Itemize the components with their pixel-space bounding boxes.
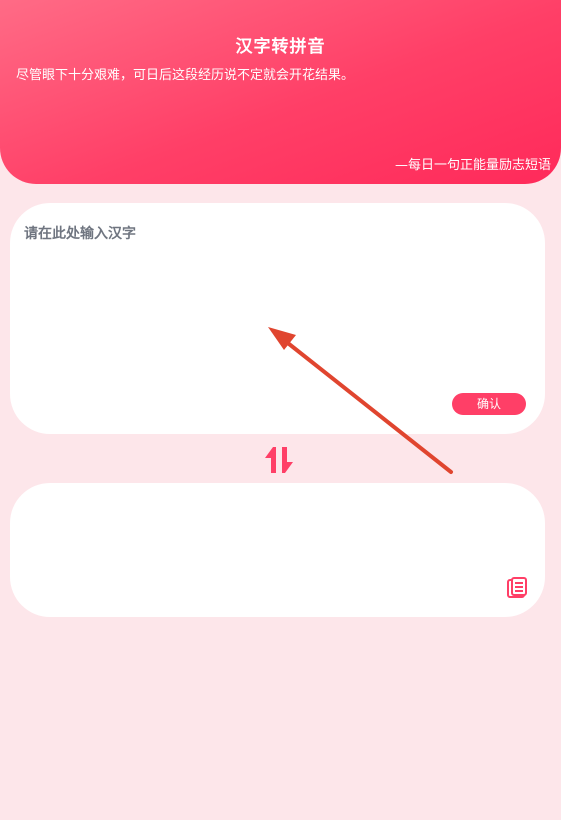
header-banner: 汉字转拼音 尽管眼下十分艰难，可日后这段经历说不定就会开花结果。 —每日一句正能… (0, 0, 561, 184)
quote-source: —每日一句正能量励志短语 (394, 158, 551, 173)
swap-arrows-icon[interactable] (262, 445, 296, 475)
output-card (10, 483, 545, 617)
copy-icon-graphic (507, 577, 527, 598)
copy-icon[interactable] (506, 577, 528, 599)
page-title: 汉字转拼音 (235, 37, 326, 57)
confirm-button[interactable]: 确认 (452, 393, 526, 415)
input-card: 确认 (10, 203, 545, 434)
daily-quote: 尽管眼下十分艰难，可日后这段经历说不定就会开花结果。 (16, 68, 355, 83)
swap-arrows-icon-graphic (265, 447, 293, 473)
